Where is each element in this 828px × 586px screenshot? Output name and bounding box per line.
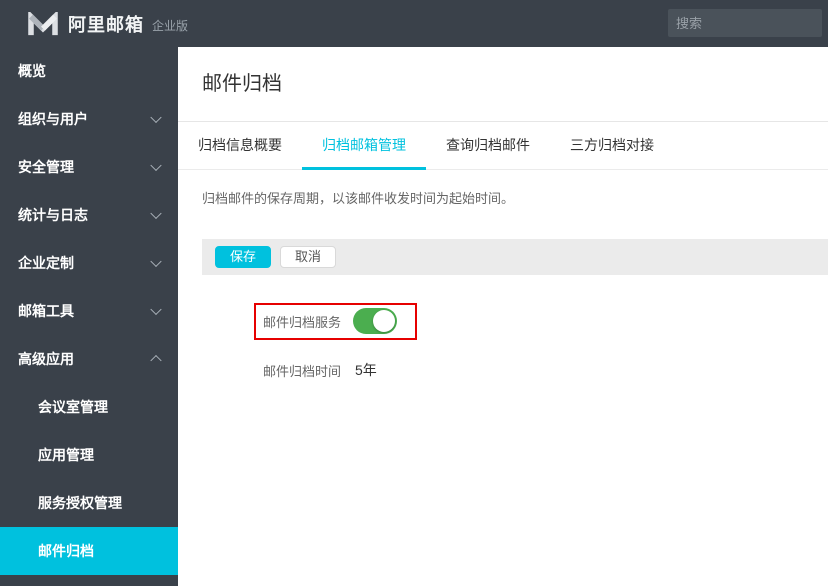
sidebar-item-label: 组织与用户 — [18, 111, 88, 127]
tab-archive-info-summary[interactable]: 归档信息概要 — [178, 122, 302, 170]
sidebar-item-enterprise-custom[interactable]: 企业定制 — [0, 239, 178, 287]
tab-label: 归档信息概要 — [198, 136, 282, 153]
chevron-down-icon — [150, 255, 162, 268]
search-input[interactable] — [668, 15, 828, 31]
tab-label: 三方归档对接 — [570, 136, 654, 153]
alimail-logo-icon — [28, 11, 58, 35]
sidebar-item-overview[interactable]: 概览 — [0, 47, 178, 95]
topbar: 阿里邮箱 企业版 — [0, 0, 828, 47]
sidebar-item-label: 高级应用 — [18, 351, 74, 367]
mail-archive-service-row: 邮件归档服务 — [263, 308, 398, 334]
mail-archive-service-label: 邮件归档服务 — [263, 314, 342, 330]
mail-archive-time-value: 5年 — [355, 362, 377, 378]
chevron-down-icon — [150, 303, 162, 316]
chevron-up-icon — [150, 354, 162, 367]
sidebar-item-meeting-room[interactable]: 会议室管理 — [0, 383, 178, 431]
tab-label: 查询归档邮件 — [446, 136, 530, 153]
search-box[interactable] — [668, 9, 828, 37]
sidebar-item-label: 会议室管理 — [38, 399, 108, 415]
tab-archive-mailbox-management[interactable]: 归档邮箱管理 — [302, 122, 426, 170]
tab-label: 归档邮箱管理 — [322, 136, 406, 153]
sidebar-item-label: 邮箱工具 — [18, 303, 74, 319]
sidebar-item-service-authorization[interactable]: 服务授权管理 — [0, 479, 178, 527]
sidebar-item-label: 邮件归档 — [38, 543, 94, 559]
cancel-button[interactable]: 取消 — [280, 246, 337, 268]
chevron-down-icon — [150, 159, 162, 172]
brand-edition-label: 企业版 — [152, 18, 189, 33]
sidebar-item-mail-tools[interactable]: 邮箱工具 — [0, 287, 178, 335]
toggle-knob — [373, 310, 396, 332]
main-content: 邮件归档 归档信息概要 归档邮箱管理 查询归档邮件 三方归档对接 归档邮件的保存… — [178, 47, 828, 586]
brand-name: 阿里邮箱 — [68, 14, 144, 35]
sidebar-item-mail-archive[interactable]: 邮件归档 — [0, 527, 178, 575]
tab-third-party-archive[interactable]: 三方归档对接 — [550, 122, 674, 170]
sidebar-item-label: 安全管理 — [18, 159, 74, 175]
sidebar-item-label: 企业定制 — [18, 255, 74, 271]
form-toolbar: 保存 取消 — [202, 239, 828, 275]
archive-period-description: 归档邮件的保存周期，以该邮件收发时间为起始时间。 — [202, 191, 515, 206]
brand: 阿里邮箱 企业版 — [28, 11, 188, 37]
sidebar-item-label: 概览 — [18, 63, 46, 79]
sidebar-item-org-users[interactable]: 组织与用户 — [0, 95, 178, 143]
sidebar: 概览 组织与用户 安全管理 统计与日志 企业定制 邮箱工具 高级应用 会议室管理… — [0, 47, 178, 586]
sidebar-item-stats-logs[interactable]: 统计与日志 — [0, 191, 178, 239]
sidebar-item-advanced-apps[interactable]: 高级应用 — [0, 335, 178, 383]
tab-query-archived-mail[interactable]: 查询归档邮件 — [426, 122, 550, 170]
chevron-down-icon — [150, 111, 162, 124]
mail-archive-time-row: 邮件归档时间 5年 — [263, 360, 377, 380]
sidebar-item-app-management[interactable]: 应用管理 — [0, 431, 178, 479]
tab-bar: 归档信息概要 归档邮箱管理 查询归档邮件 三方归档对接 — [178, 121, 828, 170]
mail-archive-service-toggle[interactable] — [353, 308, 398, 334]
sidebar-item-label: 统计与日志 — [18, 207, 88, 223]
mail-archive-time-label: 邮件归档时间 — [263, 363, 342, 379]
sidebar-item-security[interactable]: 安全管理 — [0, 143, 178, 191]
save-button[interactable]: 保存 — [215, 246, 272, 268]
sidebar-item-label: 应用管理 — [38, 447, 94, 463]
page-title: 邮件归档 — [202, 73, 282, 95]
sidebar-item-label: 服务授权管理 — [38, 495, 122, 511]
chevron-down-icon — [150, 207, 162, 220]
